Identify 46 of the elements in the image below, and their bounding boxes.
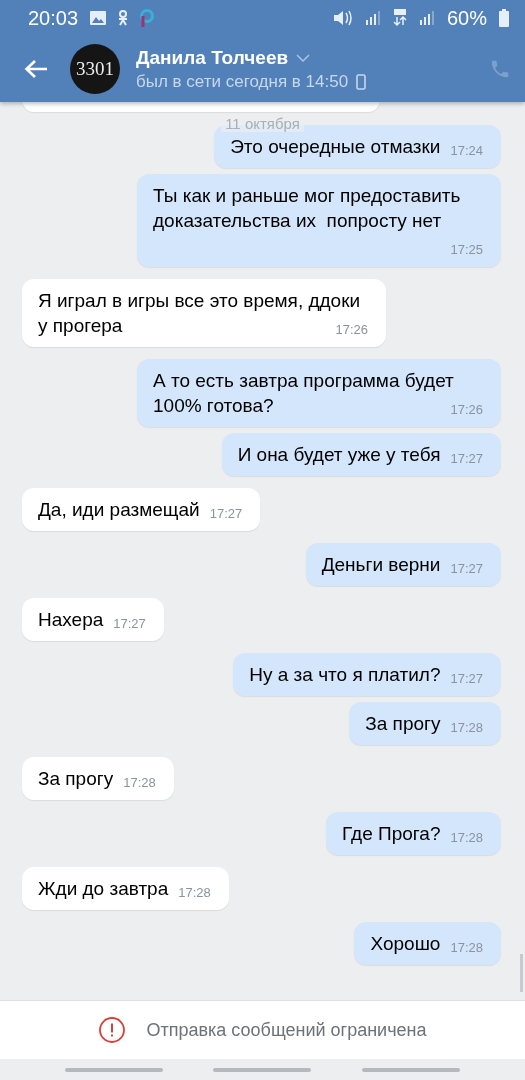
network-icon bbox=[392, 9, 407, 27]
message-time: 17:27 bbox=[209, 505, 243, 522]
person-icon bbox=[118, 10, 129, 26]
scrollbar bbox=[520, 954, 523, 992]
contact-name[interactable]: Данила Толчеев bbox=[136, 46, 289, 69]
message-time: 17:27 bbox=[113, 615, 146, 632]
signal-icon bbox=[364, 11, 381, 25]
warning-icon bbox=[98, 1017, 125, 1043]
phone-call-icon[interactable] bbox=[489, 58, 511, 80]
message-time: 17:27 bbox=[450, 450, 483, 467]
message-time: 17:28 bbox=[450, 939, 483, 956]
message-time: 17:26 bbox=[450, 401, 483, 418]
battery-level: 60% bbox=[446, 6, 487, 30]
last-seen: был в сети сегодня в 14:50 bbox=[136, 71, 349, 92]
message-time: 17:25 bbox=[450, 241, 483, 258]
message-bubble[interactable]: Я играл в игры все это время, ддоки у прогера 17:26 bbox=[22, 279, 386, 347]
message-bubble[interactable]: И она будет уже у тебя 17:27 bbox=[221, 433, 501, 476]
message-bubble[interactable]: Да, иди размещай 17:27 bbox=[22, 488, 261, 531]
battery-icon bbox=[499, 9, 509, 27]
message-bubble[interactable]: Деньги верни 17:27 bbox=[305, 543, 501, 586]
message-bubble[interactable]: Ну а за что я платил? 17:27 bbox=[233, 653, 501, 696]
message-time: 17:28 bbox=[123, 774, 156, 791]
chevron-down-icon[interactable] bbox=[296, 53, 311, 62]
message-time: 17:24 bbox=[450, 142, 483, 159]
image-icon bbox=[90, 11, 107, 25]
message-time: 17:28 bbox=[450, 719, 483, 736]
message-bubble[interactable]: Жди до завтра 17:28 bbox=[22, 867, 229, 910]
message-time: 17:28 bbox=[178, 884, 211, 901]
phone-device-icon bbox=[356, 73, 367, 90]
avatar[interactable]: 3301 bbox=[70, 44, 120, 94]
restriction-notice: Отправка сообщений ограничена bbox=[146, 1019, 427, 1041]
back-icon[interactable] bbox=[24, 59, 48, 79]
message-time: 17:27 bbox=[450, 560, 483, 577]
clock: 20:03 bbox=[28, 6, 79, 30]
message-time: 17:28 bbox=[450, 829, 483, 846]
message-bubble[interactable]: За прогу 17:28 bbox=[349, 702, 501, 745]
message-bubble[interactable]: А то есть завтра программа будет 100% готова? 17:26 bbox=[137, 359, 501, 427]
message-bubble[interactable]: За прогу 17:28 bbox=[22, 757, 174, 800]
message-time: 17:26 bbox=[335, 321, 368, 338]
message-bubble[interactable]: Где Прога? 17:28 bbox=[326, 812, 501, 855]
message-bubble[interactable]: Хорошо 17:28 bbox=[354, 922, 501, 965]
app-icon bbox=[140, 9, 155, 27]
signal-icon bbox=[418, 11, 435, 25]
message-bubble[interactable]: Нахера 17:27 bbox=[22, 598, 164, 641]
message-bubble[interactable]: Ты как и раньше мог предоставить доказательства их попросту нет 17:25 bbox=[137, 174, 501, 267]
message-time: 17:27 bbox=[450, 670, 483, 687]
